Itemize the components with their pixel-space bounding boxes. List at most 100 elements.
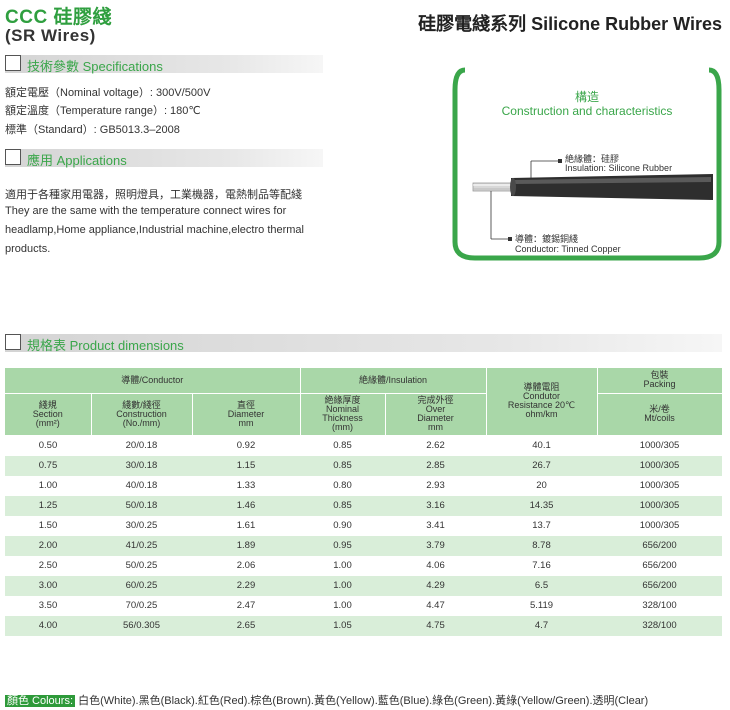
packing-cell: 328/100 [642, 600, 677, 611]
insulation-label-en: Insulation: Silicone Rubber [565, 163, 673, 173]
over-diameter-header: 完成外徑 Over Diameter mm [385, 393, 487, 436]
diameter-cell: 2.65 [192, 615, 300, 636]
section-cell: 1.00 [38, 480, 58, 491]
diameter-cell: 2.29 [192, 575, 300, 596]
over-diameter-cell: 4.29 [385, 575, 486, 596]
checkbox-icon [5, 149, 21, 165]
spec-voltage: 額定電壓（Nominal voltage）: 300V/500V [5, 87, 211, 99]
over-diameter-cell: 3.79 [385, 535, 486, 556]
thickness-cell: 1.00 [333, 560, 352, 571]
resistance-cell: 14.35 [486, 495, 597, 516]
diameter-cell: 1.15 [192, 455, 300, 476]
section-cell: 2.00 [5, 535, 91, 556]
section-cell: 3.00 [5, 575, 91, 596]
checkbox-icon [5, 334, 21, 350]
packing-cell: 1000/305 [597, 495, 722, 516]
packing-cell: 656/200 [597, 575, 722, 596]
sr-wires-title: (SR Wires) [5, 26, 96, 45]
construction-cell: 30/0.18 [91, 455, 192, 476]
diameter-cell: 1.61 [236, 520, 256, 531]
table-row: 3.50 70/0.25 2.47 1.00 4.47 5.119 328/100 [5, 596, 722, 616]
construction-cell: 60/0.25 [91, 575, 192, 596]
specifications-section-bar: 技術參數 Specifications [5, 55, 323, 74]
over-diameter-cell: 4.47 [426, 600, 445, 611]
dimensions-table-body: 0.50 20/0.18 0.92 0.85 2.62 40.1 1000/305 0.75 3… [5, 435, 722, 636]
over-diameter-cell: 2.62 [426, 440, 445, 451]
colours-label: 顏色 Colours: [5, 695, 76, 707]
construction-header: 綫數/綫徑 Construction (No./mm) [91, 393, 193, 436]
applications-heading: 應用 Applications [27, 153, 127, 168]
construction-cell: 40/0.18 [125, 480, 158, 491]
table-row: 3.00 60/0.25 2.29 1.00 4.29 6.5 656/200 [5, 575, 722, 596]
series-title: 硅膠電綫系列 Silicone Rubber Wires [418, 14, 722, 34]
packing-cell: 1000/305 [639, 480, 680, 491]
thickness-cell: 1.00 [300, 575, 385, 596]
construction-diagram: 構造 Construction and characteristics 絶緣體：… [451, 66, 723, 262]
section-cell: 0.50 [38, 440, 58, 451]
conductor-group-header: 導體/Conductor [5, 368, 301, 394]
thickness-cell: 0.85 [333, 440, 352, 451]
section-header: 綫規 Section (mm²) [5, 393, 92, 436]
application-text-cn: 適用于各種家用電器，照明燈具，工業機器，電熱制品等配綫 [5, 189, 302, 201]
table-row: 2.00 41/0.25 1.89 0.95 3.79 8.78 656/200 [5, 535, 722, 556]
diameter-cell: 2.06 [236, 560, 256, 571]
table-row: 2.50 50/0.25 2.06 1.00 4.06 7.16 656/200 [5, 556, 722, 576]
ccc-title: CCC 硅膠綫 [5, 7, 112, 28]
specifications-heading: 技術參數 Specifications [27, 59, 163, 74]
thickness-cell: 0.85 [300, 495, 385, 516]
resistance-cell: 4.7 [486, 615, 597, 636]
table-row: 1.00 40/0.18 1.33 0.80 2.93 20 1000/305 [5, 476, 722, 496]
resistance-cell: 26.7 [486, 455, 597, 476]
table-row: 0.75 30/0.18 1.15 0.85 2.85 26.7 1000/305 [5, 455, 722, 476]
packing-unit-header: 米/卷 Mt/coils [597, 393, 723, 436]
diameter-cell: 0.92 [236, 440, 256, 451]
application-text-en-2: headlamp,Home appliance,Industrial machi… [5, 224, 304, 236]
construction-cell: 41/0.25 [91, 535, 192, 556]
construction-cell: 20/0.18 [125, 440, 158, 451]
resistance-cell: 5.119 [529, 600, 554, 611]
resistance-header: 導體電阻 Condutor Resistance 20℃ ohm/km [486, 368, 598, 436]
resistance-cell: 6.5 [486, 575, 597, 596]
checkbox-icon [5, 55, 21, 71]
over-diameter-cell: 4.75 [385, 615, 486, 636]
product-dimensions-table: 導體/Conductor 絶緣體/Insulation 導體電阻 Conduto… [5, 368, 723, 636]
dimensions-section-bar: 規格表 Product dimensions [5, 334, 722, 353]
colours-list: 白色(White).黑色(Black).紅色(Red).棕色(Brown).黃色… [75, 695, 649, 707]
over-diameter-cell: 2.93 [426, 480, 445, 491]
resistance-cell: 8.78 [486, 535, 597, 556]
thickness-cell: 0.80 [333, 480, 352, 491]
colours-line: 顏色 Colours: 白色(White).黑色(Black).紅色(Red).… [5, 692, 648, 708]
construction-title-cn: 構造 [574, 90, 599, 104]
construction-cell: 30/0.25 [125, 520, 158, 531]
construction-cell: 56/0.305 [91, 615, 192, 636]
over-diameter-cell: 4.06 [426, 560, 445, 571]
packing-cell: 328/100 [597, 615, 722, 636]
thickness-cell: 1.00 [333, 600, 352, 611]
table-row: 0.50 20/0.18 0.92 0.85 2.62 40.1 1000/305 [5, 435, 722, 456]
table-row: 4.00 56/0.305 2.65 1.05 4.75 4.7 328/100 [5, 615, 722, 636]
thickness-cell: 0.85 [300, 455, 385, 476]
section-cell: 2.50 [38, 560, 58, 571]
resistance-cell: 7.16 [532, 560, 551, 571]
spec-standard: 標準（Standard）: GB5013.3–2008 [5, 124, 180, 136]
over-diameter-cell: 2.85 [385, 455, 486, 476]
diameter-cell: 1.46 [192, 495, 300, 516]
packing-header: 包裝 Packing [597, 368, 723, 394]
packing-cell: 1000/305 [639, 520, 680, 531]
packing-cell: 656/200 [597, 535, 722, 556]
diameter-header: 直徑 Diameter mm [192, 393, 301, 436]
section-cell: 0.75 [5, 455, 91, 476]
resistance-cell: 13.7 [532, 520, 551, 531]
packing-cell: 656/200 [642, 560, 677, 571]
diameter-cell: 2.47 [236, 600, 256, 611]
section-cell: 3.50 [38, 600, 58, 611]
section-cell: 1.25 [5, 495, 91, 516]
table-row: 1.50 30/0.25 1.61 0.90 3.41 13.7 1000/305 [5, 516, 722, 536]
over-diameter-cell: 3.16 [385, 495, 486, 516]
dimensions-heading: 規格表 Product dimensions [27, 338, 184, 353]
packing-cell: 1000/305 [597, 455, 722, 476]
application-text-en-1: They are the same with the temperature c… [5, 205, 287, 217]
applications-section-bar: 應用 Applications [5, 149, 323, 168]
thickness-cell: 1.05 [300, 615, 385, 636]
thickness-cell: 0.95 [300, 535, 385, 556]
